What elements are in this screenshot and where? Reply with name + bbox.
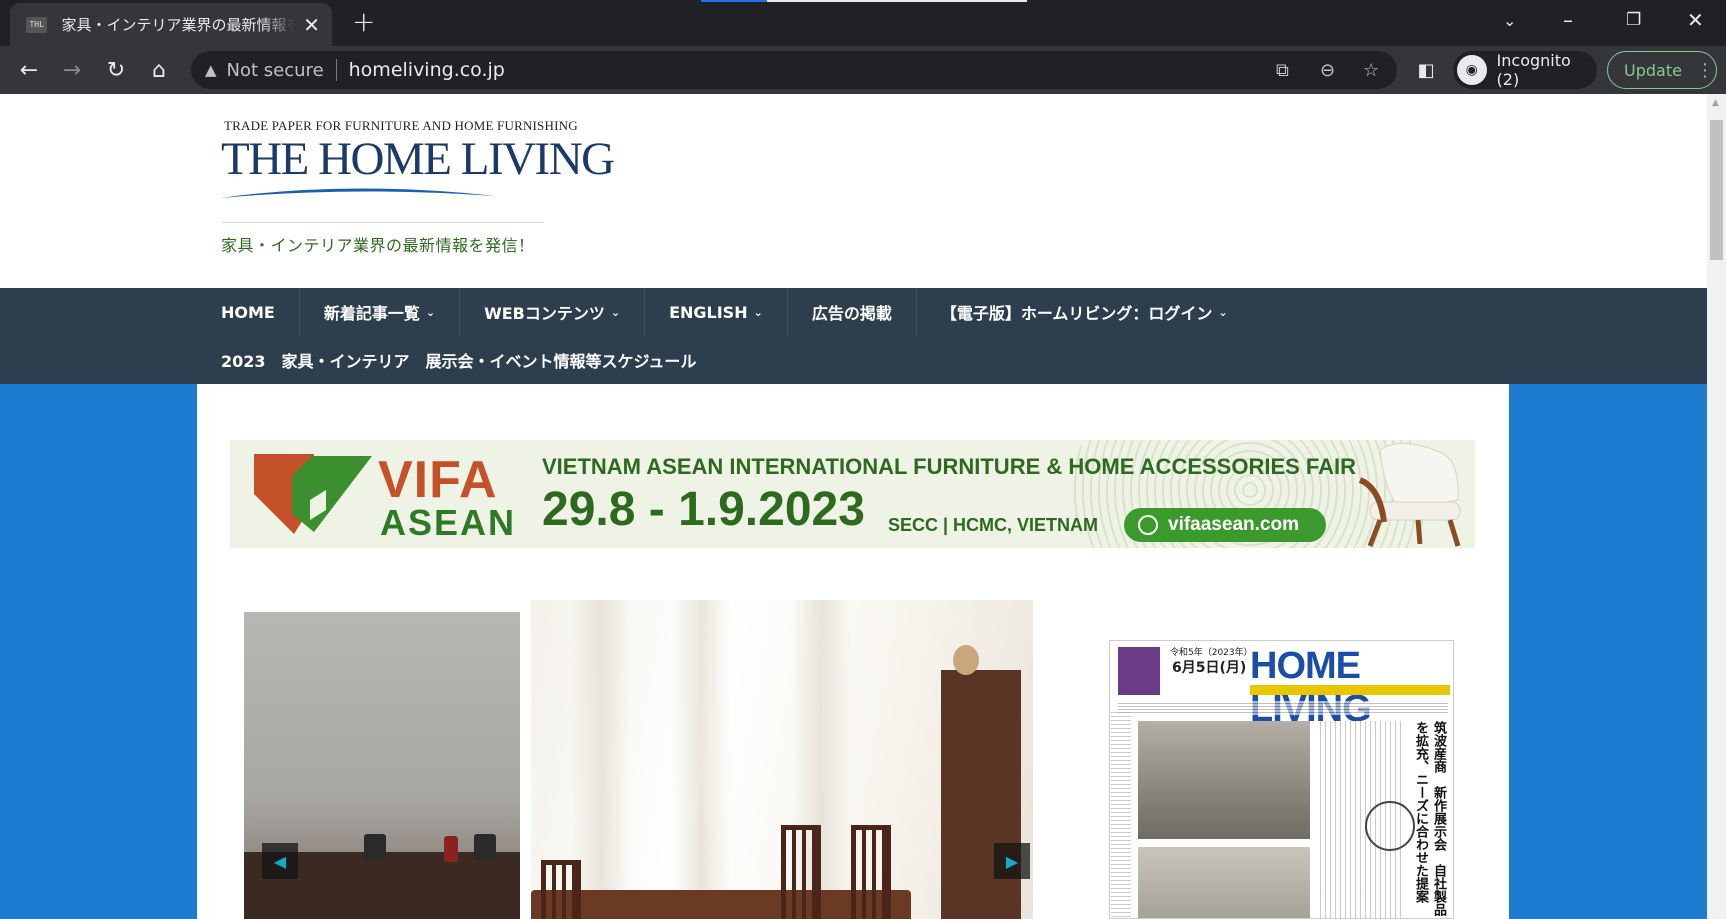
newspaper-photo-showroom [1138, 721, 1310, 839]
chevron-down-icon: ⌄ [610, 305, 621, 319]
banner-brand-vifa: VIFA [378, 451, 498, 509]
cabinet-shape [941, 670, 1021, 919]
newspaper-text-lines [1118, 701, 1448, 715]
nav-item-digital-login[interactable]: 【電子版】ホームリビング：ログイン ⌄ [917, 288, 1252, 336]
main-content: VIFA ASEAN VIETNAM ASEAN INTERNATIONAL F… [197, 384, 1509, 919]
loading-bar-fill [701, 0, 767, 2]
wall-lamp-shape [953, 645, 979, 675]
close-window-icon[interactable]: ✕ [1687, 8, 1704, 32]
tab-search-icon[interactable]: ⌄ [1503, 11, 1516, 30]
nav-item-web-contents[interactable]: WEBコンテンツ ⌄ [460, 288, 646, 336]
chair-shape [781, 825, 821, 919]
update-label: Update [1624, 60, 1682, 80]
address-bar[interactable]: ▲ Not secure homeliving.co.jp ⧉ ⊖ ☆ [191, 51, 1397, 89]
banner-website-label: vifaasean.com [1168, 514, 1299, 535]
incognito-button[interactable]: ◉ Incognito (2) [1453, 51, 1597, 89]
featured-slider[interactable]: ◀ ▶ [244, 600, 1081, 919]
slide-image-dining-room [531, 600, 1033, 919]
new-tab-button[interactable]: + [352, 7, 375, 37]
scrollbar-thumb[interactable] [1710, 120, 1723, 260]
slider-prev-button[interactable]: ◀ [262, 843, 298, 879]
page-scrollbar[interactable]: ▲ [1707, 94, 1726, 919]
site-favicon: THL [26, 16, 48, 33]
site-slogan: 家具・インテリア業界の最新情報を発信！ [221, 236, 535, 255]
url-text[interactable]: homeliving.co.jp [349, 59, 505, 81]
browser-tab[interactable]: THL 家具・インテリア業界の最新情報を発信！ ✕ [10, 3, 332, 46]
newspaper-headline: 筑波産商 新作展示会 自社製品を拡充、ニーズに合わせた提案 [1414, 721, 1447, 916]
minimize-icon[interactable]: – [1563, 8, 1573, 32]
zoom-out-icon[interactable]: ⊖ [1320, 60, 1335, 81]
nav-item-home[interactable]: HOME [197, 288, 300, 336]
scroll-up-arrow-icon[interactable]: ▲ [1712, 98, 1719, 108]
incognito-label: Incognito (2) [1496, 51, 1571, 89]
nav-item-event-schedule[interactable]: 2023 家具・インテリア 展示会・イベント情報等スケジュール [197, 336, 720, 384]
newspaper-badge [1118, 647, 1160, 695]
not-secure-label[interactable]: Not secure [227, 60, 324, 81]
banner-headline: VIETNAM ASEAN INTERNATIONAL FURNITURE & … [542, 454, 1357, 479]
restore-icon[interactable]: ❐ [1626, 10, 1641, 30]
nav-label: WEBコンテンツ [484, 304, 605, 323]
banner-venue: SECC | HCMC, VIETNAM [888, 515, 1099, 535]
nav-row-secondary: 2023 家具・インテリア 展示会・イベント情報等スケジュール [197, 336, 720, 384]
book-shape [444, 836, 458, 862]
globe-icon [1138, 515, 1158, 535]
translate-icon[interactable]: ⧉ [1276, 60, 1289, 81]
newspaper-cover-image[interactable]: 令和5年（2023年） 6月5日(月) HOME LIVING 筑波産商 新作展… [1109, 640, 1454, 919]
banner-dates: 29.8 - 1.9.2023 [542, 483, 865, 536]
banner-brand-asean: ASEAN [380, 502, 517, 543]
back-arrow-icon[interactable]: ← [13, 54, 45, 86]
tab-close-icon[interactable]: ✕ [303, 13, 320, 37]
incognito-icon: ◉ [1457, 55, 1487, 85]
bookmark-star-icon[interactable]: ☆ [1363, 60, 1379, 81]
tab-title: 家具・インテリア業界の最新情報を発信！ [61, 16, 296, 34]
vifa-logo-icon [254, 454, 372, 534]
site-logo[interactable]: THE HOME LIVING [221, 132, 615, 186]
nav-label: ENGLISH [669, 302, 748, 322]
chevron-down-icon: ⌄ [425, 305, 436, 319]
speaker-shape [474, 834, 496, 860]
main-navigation: HOME 新着記事一覧 ⌄ WEBコンテンツ ⌄ ENGLISH ⌄ 広告の掲載 【電… [0, 288, 1707, 384]
nav-item-english[interactable]: ENGLISH ⌄ [645, 288, 788, 336]
browser-tabstrip: THL 家具・インテリア業界の最新情報を発信！ ✕ + ⌄ – ❐ ✕ [0, 0, 1726, 46]
home-icon[interactable]: ⌂ [143, 54, 175, 86]
kebab-menu-icon: ⋮ [1695, 59, 1714, 81]
forward-arrow-icon[interactable]: → [56, 54, 88, 86]
newspaper-date: 6月5日(月) [1172, 660, 1247, 676]
newspaper-side-column [1111, 711, 1131, 918]
triangle-left-icon: ◀ [273, 851, 287, 871]
curtain-shape [671, 600, 731, 919]
nav-row-primary: HOME 新着記事一覧 ⌄ WEBコンテンツ ⌄ ENGLISH ⌄ 広告の掲載 【電… [197, 288, 1252, 336]
nav-label: 新着記事一覧 [323, 304, 420, 323]
logo-divider [222, 222, 544, 223]
reload-icon[interactable]: ↻ [100, 54, 132, 86]
newspaper-yellow-bar [1250, 685, 1450, 695]
nav-label: 【電子版】ホームリビング：ログイン [940, 304, 1213, 323]
update-button[interactable]: Update ⋮ [1607, 51, 1717, 89]
side-panel-icon[interactable]: ◧ [1410, 54, 1442, 86]
armchair-image [1358, 442, 1461, 547]
newspaper-photo-furniture [1138, 847, 1310, 918]
chevron-down-icon: ⌄ [753, 305, 763, 319]
page-viewport: TRADE PAPER FOR FURNITURE AND HOME FURNI… [0, 94, 1707, 919]
nav-label: HOME [221, 302, 275, 322]
logo-swoosh-icon [220, 188, 496, 198]
nav-label: 広告の掲載 [811, 304, 892, 323]
chair-shape [851, 825, 891, 919]
omnibox-divider [335, 59, 337, 81]
site-header: TRADE PAPER FOR FURNITURE AND HOME FURNI… [0, 94, 1707, 288]
browser-toolbar: ← → ↻ ⌂ ▲ Not secure homeliving.co.jp ⧉ … [0, 46, 1726, 94]
vifa-asean-banner-ad[interactable]: VIFA ASEAN VIETNAM ASEAN INTERNATIONAL F… [230, 440, 1475, 548]
triangle-right-icon: ▶ [1005, 851, 1019, 871]
chevron-down-icon: ⌄ [1218, 305, 1228, 319]
nav-label: 2023 家具・インテリア 展示会・イベント情報等スケジュール [221, 352, 697, 371]
chair-shape [541, 860, 581, 919]
nav-item-latest-articles[interactable]: 新着記事一覧 ⌄ [300, 288, 461, 336]
banner-website-button[interactable]: vifaasean.com [1124, 508, 1326, 542]
warning-triangle-icon[interactable]: ▲ [205, 61, 217, 79]
slider-next-button[interactable]: ▶ [994, 843, 1030, 879]
speaker-shape [364, 834, 386, 860]
nav-item-advertising[interactable]: 広告の掲載 [788, 288, 917, 336]
